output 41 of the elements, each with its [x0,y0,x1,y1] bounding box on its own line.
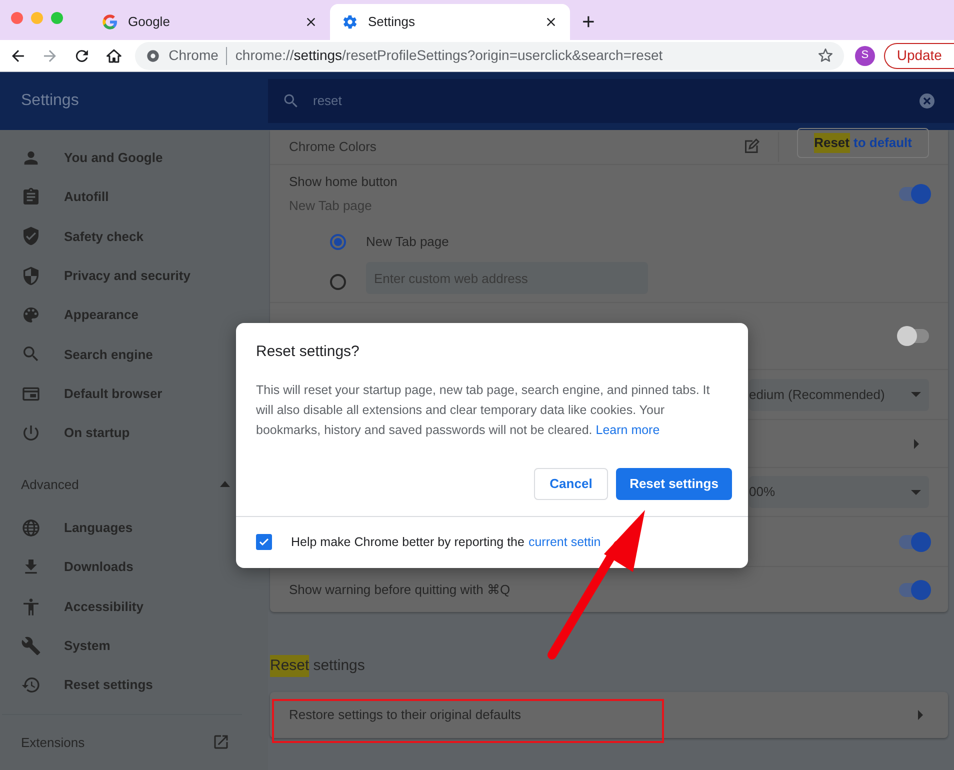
current-settings-link[interactable]: current settin [528,532,601,552]
extensions-link[interactable]: Extensions [0,714,268,770]
search-field[interactable]: reset [268,79,954,123]
radio-label[interactable]: New Tab page [366,232,449,252]
checkbox-label: Help make Chrome better by reporting the [291,534,524,551]
dialog-message: This will reset your startup page, new tab page, search engine, and pinned tabs. It will also disable all extensions and clear temporary data like cookies. Your bookmarks, history and saved passwords will not be cleared. Learn more [256,382,711,439]
setting-label: Show warning before quitting with ⌘Q [289,580,512,599]
setting-label: Chrome Colors [289,138,378,156]
update-button[interactable]: Update [884,42,954,68]
url-text: chrome://settings/resetProfileSettings?origin=userclick&search=reset [235,46,664,65]
sidebar-item[interactable]: Accessibility [0,586,268,626]
sidebar-item[interactable]: Languages [0,508,268,548]
learn-more-link[interactable]: Learn more [596,422,660,436]
sidebar-item[interactable]: Reset settings [0,666,268,705]
site-label: Chrome [168,46,218,65]
dropdown-field[interactable]: edium (Recommended) [749,378,929,410]
sidebar-item[interactable]: Privacy and security [0,256,268,296]
dialog-title: Reset settings? [256,342,360,362]
sidebar-item[interactable]: You and Google [0,138,268,178]
tab-title: Settings [368,13,416,32]
setting-label: Show home button [289,173,398,191]
sidebar-item[interactable]: System [0,626,268,666]
settings-title: Settings [20,91,80,111]
new-tab-button[interactable]: + [582,10,595,34]
sidebar-item[interactable]: Downloads [0,547,268,587]
sidebar-item[interactable]: Appearance [0,295,268,335]
sidebar-item[interactable]: Safety check [0,216,268,256]
reset-settings-button[interactable]: Reset settings [616,468,732,500]
browser-tab[interactable]: Settings [330,4,570,40]
profile-avatar[interactable]: S [854,46,875,66]
reset-to-default-button[interactable]: Reset to default [797,128,929,158]
search-text: reset [313,92,343,110]
settings-row[interactable]: Restore settings to their original defaults [270,692,948,738]
section-heading: Reset settings [270,656,948,676]
tab-title: Google [128,13,171,32]
browser-tab[interactable]: Google [90,4,330,40]
dropdown-field[interactable]: 00% [749,476,929,508]
address-bar[interactable]: Chrome chrome://settings/resetProfileSettings?origin=userclick&search=reset [134,42,844,70]
sidebar-item[interactable]: Autofill [0,177,268,217]
advanced-section-toggle[interactable]: Advanced [0,460,268,508]
cancel-button[interactable]: Cancel [534,468,608,500]
